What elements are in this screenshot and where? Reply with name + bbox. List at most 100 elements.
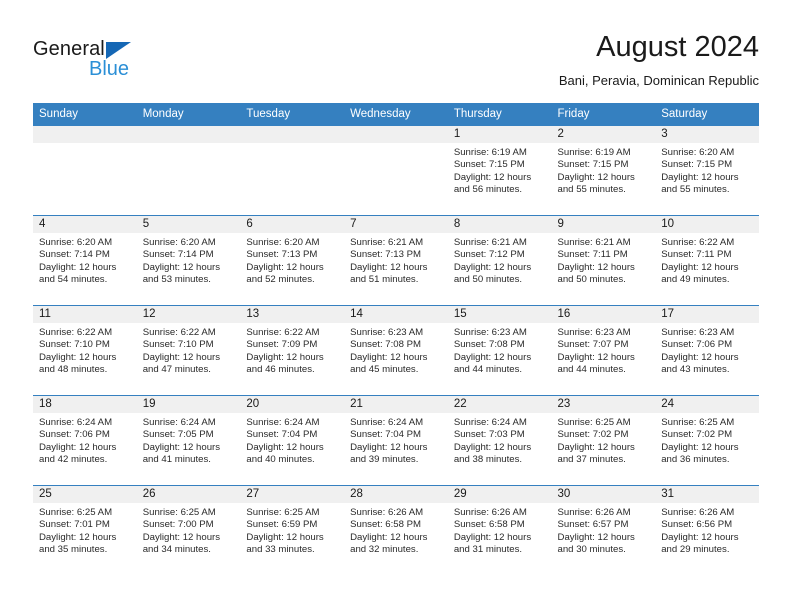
day-cell-inner: 8 Sunrise: 6:21 AM Sunset: 7:12 PM Daylight… <box>447 215 552 305</box>
daylight-text-line1: Daylight: 12 hours <box>557 531 635 543</box>
sunrise-text: Sunrise: 6:24 AM <box>142 417 216 428</box>
day-cell-inner: 15 Sunrise: 6:23 AM Sunset: 7:08 PM Dayligh… <box>447 305 552 395</box>
day-details: Sunrise: 6:19 AM Sunset: 7:15 PM Daylight:… <box>552 143 656 196</box>
day-cell-inner: 5 Sunrise: 6:20 AM Sunset: 7:14 PM Daylight… <box>136 215 241 305</box>
day-number: 21 <box>344 396 448 413</box>
calendar-day-cell[interactable]: 14 Sunrise: 6:23 AM Sunset: 7:08 PM Dayligh… <box>344 305 448 395</box>
day-number: 13 <box>240 306 345 323</box>
calendar-day-cell[interactable]: 4 Sunrise: 6:20 AM Sunset: 7:14 PM Daylight… <box>33 215 137 305</box>
calendar-day-cell[interactable]: 16 Sunrise: 6:23 AM Sunset: 7:07 PM Dayligh… <box>551 305 656 395</box>
daylight-text-line2: and 38 minutes. <box>453 453 523 465</box>
day-number: 15 <box>447 306 552 323</box>
calendar-day-cell[interactable]: 21 Sunrise: 6:24 AM Sunset: 7:04 PM Dayligh… <box>344 395 448 485</box>
sunrise-text: Sunrise: 6:24 AM <box>39 417 113 428</box>
calendar-day-cell[interactable]: 19 Sunrise: 6:24 AM Sunset: 7:05 PM Dayligh… <box>136 395 241 485</box>
day-cell-inner: 16 Sunrise: 6:23 AM Sunset: 7:07 PM Dayligh… <box>551 305 656 395</box>
daylight-text-line2: and 45 minutes. <box>350 363 419 375</box>
day-details: Sunrise: 6:19 AM Sunset: 7:15 PM Daylight:… <box>448 143 552 196</box>
calendar-day-cell[interactable]: 1 Sunrise: 6:19 AM Sunset: 7:15 PM Daylight… <box>447 125 552 215</box>
daylight-text-line2: and 35 minutes. <box>39 543 108 555</box>
day-details: Sunrise: 6:22 AM Sunset: 7:09 PM Daylight:… <box>240 323 344 376</box>
sunrise-text: Sunrise: 6:20 AM <box>142 237 216 248</box>
sunrise-text: Sunrise: 6:23 AM <box>350 327 424 338</box>
calendar-day-cell[interactable]: 5 Sunrise: 6:20 AM Sunset: 7:14 PM Daylight… <box>136 215 241 305</box>
calendar-day-cell[interactable]: 15 Sunrise: 6:23 AM Sunset: 7:08 PM Dayligh… <box>447 305 552 395</box>
page-title: August 2024 <box>596 31 759 63</box>
calendar-day-cell[interactable]: 17 Sunrise: 6:23 AM Sunset: 7:06 PM Dayligh… <box>655 305 759 395</box>
day-cell-inner: 22 Sunrise: 6:24 AM Sunset: 7:03 PM Dayligh… <box>447 395 552 485</box>
logo-text-blue: Blue <box>89 58 130 80</box>
daylight-text-line2: and 41 minutes. <box>142 453 211 465</box>
daylight-text-line1: Daylight: 12 hours <box>350 261 428 273</box>
calendar-day-cell[interactable]: 24 Sunrise: 6:25 AM Sunset: 7:02 PM Dayligh… <box>655 395 759 485</box>
calendar-week-row: 18 Sunrise: 6:24 AM Sunset: 7:06 PM Dayligh… <box>33 395 759 485</box>
sunrise-text: Sunrise: 6:25 AM <box>661 417 735 428</box>
calendar-day-cell[interactable]: 11 Sunrise: 6:22 AM Sunset: 7:10 PM Dayligh… <box>33 305 137 395</box>
calendar-day-cell[interactable]: 6 Sunrise: 6:20 AM Sunset: 7:13 PM Daylight… <box>240 215 345 305</box>
calendar-day-cell[interactable]: 13 Sunrise: 6:22 AM Sunset: 7:09 PM Dayligh… <box>240 305 345 395</box>
calendar-day-cell[interactable]: 31 Sunrise: 6:26 AM Sunset: 6:56 PM Dayligh… <box>655 485 759 575</box>
day-cell-inner: 17 Sunrise: 6:23 AM Sunset: 7:06 PM Dayligh… <box>655 305 759 395</box>
daylight-text-line1: Daylight: 12 hours <box>39 351 117 363</box>
calendar-day-cell[interactable]: 23 Sunrise: 6:25 AM Sunset: 7:02 PM Dayligh… <box>551 395 656 485</box>
daylight-text-line1: Daylight: 12 hours <box>246 351 324 363</box>
general-blue-logo[interactable]: General Blue <box>33 38 163 82</box>
daylight-text-line1: Daylight: 12 hours <box>661 441 739 453</box>
calendar-week-row: 11 Sunrise: 6:22 AM Sunset: 7:10 PM Dayligh… <box>33 305 759 395</box>
day-number: 27 <box>240 486 345 503</box>
sunset-text: Sunset: 7:03 PM <box>453 429 525 441</box>
day-cell-inner: 10 Sunrise: 6:22 AM Sunset: 7:11 PM Dayligh… <box>655 215 759 305</box>
calendar-day-cell[interactable]: 18 Sunrise: 6:24 AM Sunset: 7:06 PM Dayligh… <box>33 395 137 485</box>
sunrise-text: Sunrise: 6:23 AM <box>453 327 527 338</box>
day-details: Sunrise: 6:23 AM Sunset: 7:06 PM Daylight:… <box>655 323 759 376</box>
day-cell-inner: 24 Sunrise: 6:25 AM Sunset: 7:02 PM Dayligh… <box>655 395 759 485</box>
day-details: Sunrise: 6:21 AM Sunset: 7:13 PM Daylight:… <box>344 233 448 286</box>
sunset-text: Sunset: 7:15 PM <box>661 159 733 171</box>
calendar-day-cell[interactable]: 25 Sunrise: 6:25 AM Sunset: 7:01 PM Dayligh… <box>33 485 137 575</box>
day-number: 12 <box>136 306 241 323</box>
sunrise-text: Sunrise: 6:22 AM <box>39 327 113 338</box>
sunrise-text: Sunrise: 6:25 AM <box>142 507 216 518</box>
daylight-text-line2: and 52 minutes. <box>246 273 315 285</box>
sunset-text: Sunset: 7:07 PM <box>557 339 629 351</box>
day-details: Sunrise: 6:26 AM Sunset: 6:58 PM Daylight:… <box>448 503 552 556</box>
calendar-day-cell[interactable]: 10 Sunrise: 6:22 AM Sunset: 7:11 PM Dayligh… <box>655 215 759 305</box>
daylight-text-line2: and 44 minutes. <box>557 363 626 375</box>
calendar-day-cell[interactable]: 26 Sunrise: 6:25 AM Sunset: 7:00 PM Dayligh… <box>136 485 241 575</box>
sunrise-text: Sunrise: 6:24 AM <box>453 417 527 428</box>
calendar-day-cell[interactable]: 9 Sunrise: 6:21 AM Sunset: 7:11 PM Daylight… <box>551 215 656 305</box>
calendar-day-cell[interactable]: 2 Sunrise: 6:19 AM Sunset: 7:15 PM Daylight… <box>551 125 656 215</box>
calendar-day-cell[interactable]: 3 Sunrise: 6:20 AM Sunset: 7:15 PM Daylight… <box>655 125 759 215</box>
calendar-day-cell[interactable]: 27 Sunrise: 6:25 AM Sunset: 6:59 PM Dayligh… <box>240 485 345 575</box>
calendar-day-cell[interactable]: 20 Sunrise: 6:24 AM Sunset: 7:04 PM Dayligh… <box>240 395 345 485</box>
day-number: 25 <box>33 486 137 503</box>
calendar-day-cell[interactable]: 30 Sunrise: 6:26 AM Sunset: 6:57 PM Dayligh… <box>551 485 656 575</box>
daylight-text-line2: and 47 minutes. <box>142 363 211 375</box>
calendar-day-cell[interactable]: 12 Sunrise: 6:22 AM Sunset: 7:10 PM Dayligh… <box>136 305 241 395</box>
weekday-header-wednesday: Wednesday <box>344 103 448 125</box>
sunrise-text: Sunrise: 6:20 AM <box>39 237 113 248</box>
calendar-day-cell-empty <box>136 125 241 215</box>
day-details: Sunrise: 6:22 AM Sunset: 7:10 PM Daylight:… <box>33 323 137 376</box>
calendar-day-cell[interactable]: 29 Sunrise: 6:26 AM Sunset: 6:58 PM Dayligh… <box>447 485 552 575</box>
weekday-header-friday: Friday <box>551 103 656 125</box>
day-cell-inner <box>33 125 137 215</box>
calendar-day-cell[interactable]: 22 Sunrise: 6:24 AM Sunset: 7:03 PM Dayligh… <box>447 395 552 485</box>
logo-text-general: General <box>33 38 105 60</box>
calendar-day-cell[interactable]: 8 Sunrise: 6:21 AM Sunset: 7:12 PM Daylight… <box>447 215 552 305</box>
calendar-day-cell[interactable]: 7 Sunrise: 6:21 AM Sunset: 7:13 PM Daylight… <box>344 215 448 305</box>
day-details: Sunrise: 6:24 AM Sunset: 7:04 PM Daylight:… <box>240 413 344 466</box>
sunrise-text: Sunrise: 6:19 AM <box>453 147 527 158</box>
sunset-text: Sunset: 6:58 PM <box>453 519 525 531</box>
day-cell-inner <box>136 125 241 215</box>
day-number: 17 <box>655 306 759 323</box>
calendar-grid: Sunday Monday Tuesday Wednesday Thursday… <box>33 103 759 575</box>
day-number: 16 <box>551 306 656 323</box>
calendar-day-cell[interactable]: 28 Sunrise: 6:26 AM Sunset: 6:58 PM Dayligh… <box>344 485 448 575</box>
day-number <box>33 126 137 143</box>
day-number: 29 <box>447 486 552 503</box>
sunset-text: Sunset: 7:15 PM <box>557 159 629 171</box>
day-cell-inner: 27 Sunrise: 6:25 AM Sunset: 6:59 PM Dayligh… <box>240 485 345 575</box>
day-number <box>240 126 345 143</box>
page-header: General Blue August 2024 Bani, Peravia, … <box>0 0 792 103</box>
